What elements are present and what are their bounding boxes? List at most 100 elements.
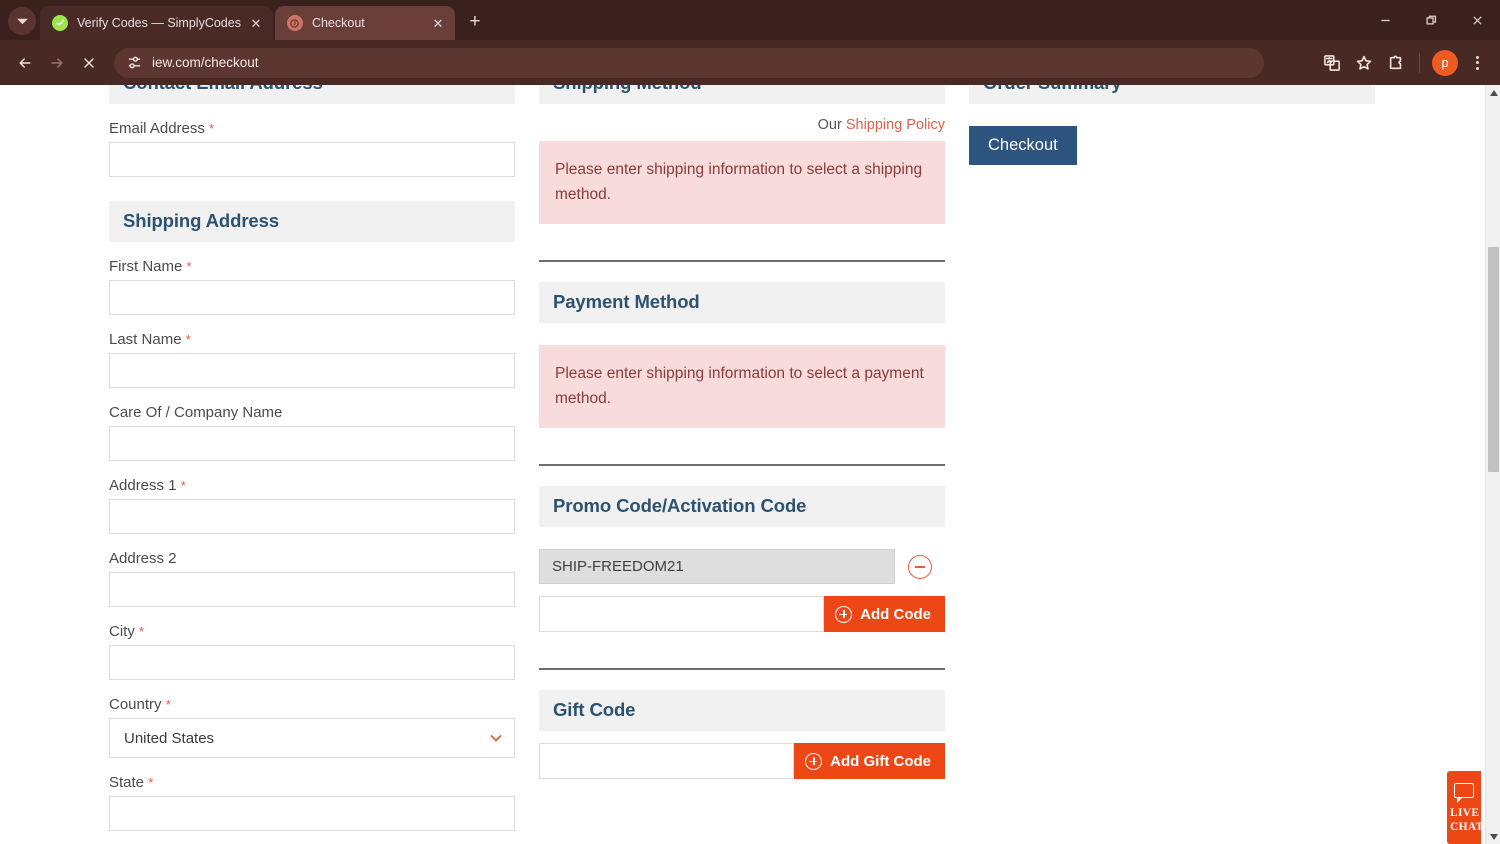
close-button[interactable] xyxy=(1454,3,1500,37)
email-field-group: Email Address * xyxy=(109,120,515,177)
address1-label: Address 1 * xyxy=(109,477,515,494)
country-label: Country * xyxy=(109,696,515,713)
state-input[interactable] xyxy=(109,796,515,831)
translate-button[interactable] xyxy=(1317,48,1347,78)
last-name-label: Last Name * xyxy=(109,331,515,348)
tab-search-button[interactable] xyxy=(8,7,36,35)
email-label: Email Address * xyxy=(109,120,515,137)
address2-input[interactable] xyxy=(109,572,515,607)
payment-method-section-header: Payment Method xyxy=(539,282,945,324)
last-name-field-group: Last Name * xyxy=(109,331,515,388)
tab-close-button[interactable]: ✕ xyxy=(429,14,447,32)
shipping-policy-line: Our Shipping Policy xyxy=(539,104,945,141)
chat-bubble-icon xyxy=(1454,782,1474,803)
minimize-icon xyxy=(1380,19,1390,21)
tune-icon[interactable] xyxy=(124,53,144,73)
contact-email-section-header: Contact Email Address xyxy=(109,85,515,104)
section-divider xyxy=(539,260,945,263)
shipping-address-column: Contact Email Address Email Address * Sh… xyxy=(109,85,515,831)
shipping-method-section-header: Shipping Method xyxy=(539,85,945,104)
toolbar-divider xyxy=(1419,52,1420,73)
city-field-group: City * xyxy=(109,623,515,680)
add-code-button[interactable]: Add Code xyxy=(824,596,945,633)
care-of-input[interactable] xyxy=(109,426,515,461)
bookmark-button[interactable] xyxy=(1349,48,1379,78)
stop-loading-button[interactable] xyxy=(74,48,104,78)
care-of-field-group: Care Of / Company Name xyxy=(109,404,515,461)
address1-field-group: Address 1 * xyxy=(109,477,515,534)
browser-window: Verify Codes — SimplyCodes ✕ Checkout ✕ … xyxy=(0,0,1500,844)
three-dots-icon[interactable] xyxy=(1464,48,1490,78)
browser-tab-verify-codes[interactable]: Verify Codes — SimplyCodes ✕ xyxy=(40,6,273,40)
promo-code-input[interactable] xyxy=(539,596,825,633)
country-label-text: Country xyxy=(109,696,162,713)
applied-promo-code: SHIP-FREEDOM21 xyxy=(539,549,895,585)
email-input[interactable] xyxy=(109,142,515,177)
page-scrollbar[interactable] xyxy=(1485,85,1500,844)
section-divider xyxy=(539,464,945,467)
scrollbar-thumb[interactable] xyxy=(1488,247,1499,472)
first-name-label: First Name * xyxy=(109,258,515,275)
browser-tab-checkout[interactable]: Checkout ✕ xyxy=(274,6,455,40)
address-bar[interactable]: iew.com/checkout xyxy=(114,47,1264,78)
scroll-down-arrow-icon[interactable] xyxy=(1486,829,1500,844)
tab-title: Verify Codes — SimplyCodes xyxy=(77,16,241,30)
shield-check-icon xyxy=(52,15,68,31)
state-field-group: State * xyxy=(109,774,515,831)
tab-title: Checkout xyxy=(311,16,365,30)
first-name-label-text: First Name xyxy=(109,258,183,275)
address2-label: Address 2 xyxy=(109,550,177,567)
city-input[interactable] xyxy=(109,645,515,680)
shipping-address-section-header: Shipping Address xyxy=(109,201,515,242)
minimize-button[interactable] xyxy=(1362,3,1408,37)
care-of-label: Care Of / Company Name xyxy=(109,404,283,421)
back-button[interactable] xyxy=(10,48,40,78)
add-promo-code-row: Add Code xyxy=(539,596,945,633)
first-name-input[interactable] xyxy=(109,280,515,315)
back-arrow-icon xyxy=(19,57,31,68)
extensions-button[interactable] xyxy=(1381,48,1411,78)
required-marker: * xyxy=(139,624,145,639)
window-controls xyxy=(1362,0,1500,40)
scroll-up-arrow-icon[interactable] xyxy=(1486,85,1500,100)
first-name-field-group: First Name * xyxy=(109,258,515,315)
required-marker: * xyxy=(209,121,215,136)
last-name-input[interactable] xyxy=(109,353,515,388)
shipping-policy-link[interactable]: Shipping Policy xyxy=(846,117,945,133)
last-name-label-text: Last Name xyxy=(109,331,182,348)
profile-avatar[interactable]: p xyxy=(1432,49,1458,76)
checkout-button[interactable]: Checkout xyxy=(969,126,1077,165)
forward-button[interactable] xyxy=(42,48,72,78)
state-label: State * xyxy=(109,774,515,791)
gift-code-section-header: Gift Code xyxy=(539,690,945,732)
add-gift-code-button[interactable]: Add Gift Code xyxy=(794,743,945,780)
order-summary-section-header: Order Summary xyxy=(969,85,1375,104)
required-marker: * xyxy=(185,332,191,347)
puzzle-icon xyxy=(1389,55,1402,69)
checkout-page: Contact Email Address Email Address * Sh… xyxy=(0,85,1485,831)
add-code-label: Add Code xyxy=(860,605,931,623)
gift-code-input[interactable] xyxy=(539,743,795,780)
order-summary-column: Order Summary Checkout xyxy=(969,85,1375,165)
payment-method-alert: Please enter shipping information to sel… xyxy=(539,345,945,429)
applied-promo-row: SHIP-FREEDOM21 xyxy=(539,549,945,585)
address1-input[interactable] xyxy=(109,499,515,534)
required-marker: * xyxy=(165,697,171,712)
promo-code-section-header: Promo Code/Activation Code xyxy=(539,486,945,528)
shipping-payment-column: Shipping Method Our Shipping Policy Plea… xyxy=(539,85,945,780)
shipping-policy-prefix: Our xyxy=(817,117,842,133)
tab-strip: Verify Codes — SimplyCodes ✕ Checkout ✕ … xyxy=(0,0,1500,40)
country-select[interactable]: United States xyxy=(109,718,515,758)
tab-close-button[interactable]: ✕ xyxy=(247,14,265,32)
section-divider xyxy=(539,668,945,671)
state-label-text: State xyxy=(109,774,145,791)
restore-button[interactable] xyxy=(1408,3,1454,37)
live-chat-widget[interactable]: LIVE CHAT xyxy=(1447,770,1484,844)
minus-circle-icon[interactable] xyxy=(908,554,932,579)
add-gift-code-row: Add Gift Code xyxy=(539,743,945,780)
address1-label-text: Address 1 xyxy=(109,477,177,494)
required-marker: * xyxy=(148,775,154,790)
new-tab-button[interactable]: + xyxy=(461,8,489,36)
live-chat-line2: CHAT xyxy=(1450,820,1484,833)
chevron-down-icon xyxy=(16,18,28,24)
